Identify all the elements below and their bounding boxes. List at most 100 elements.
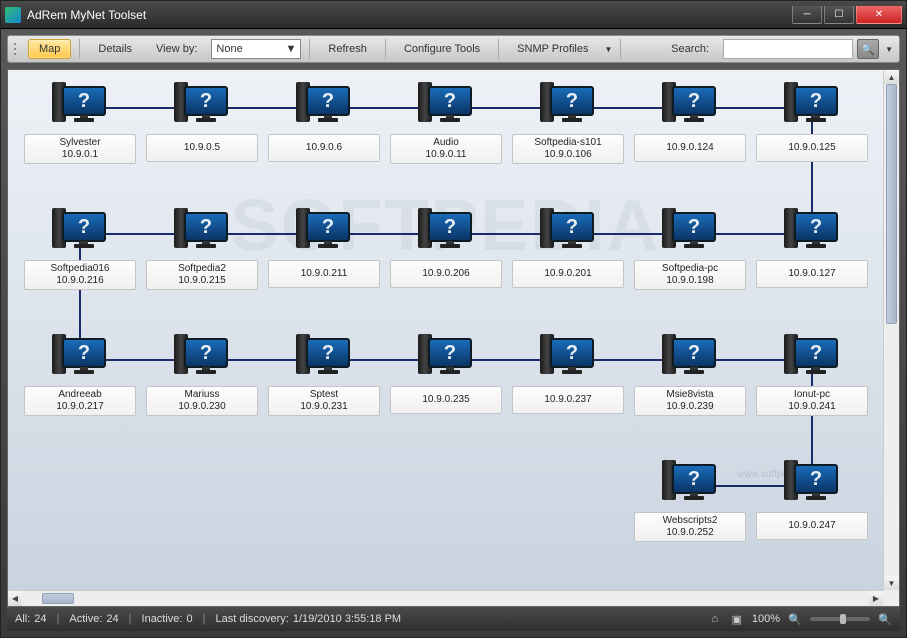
minimize-button[interactable]: ─	[792, 6, 822, 24]
status-left: All: 24 | Active: 24 | Inactive: 0 | Las…	[15, 613, 708, 625]
search-dropdown-icon[interactable]: ▼	[885, 45, 893, 54]
scroll-right-icon[interactable]: ▶	[869, 591, 883, 606]
network-node[interactable]: ? Webscripts210.9.0.252	[630, 458, 750, 542]
refresh-button[interactable]: Refresh	[318, 40, 377, 58]
app-window: AdRem MyNet Toolset ─ ☐ ✕ Map Details Vi…	[0, 0, 907, 638]
inactive-value: 0	[186, 613, 192, 625]
computer-icon: ?	[538, 332, 598, 380]
network-node[interactable]: ? 10.9.0.127	[752, 206, 872, 288]
network-map-canvas[interactable]: SOFTPEDIA www.softpedia.com ?Sylvester10…	[8, 70, 883, 590]
computer-icon: ?	[50, 206, 110, 254]
node-label: Sylvester10.9.0.1	[24, 134, 136, 164]
question-mark-icon: ?	[688, 468, 700, 491]
app-icon	[5, 7, 21, 23]
network-node[interactable]: ? 10.9.0.235	[386, 332, 506, 414]
node-label: 10.9.0.201	[512, 260, 624, 288]
question-mark-icon: ?	[688, 342, 700, 365]
search-button[interactable]: 🔍	[857, 39, 879, 59]
zoom-in-icon[interactable]: 🔍	[878, 612, 892, 626]
computer-icon: ?	[660, 80, 720, 128]
close-button[interactable]: ✕	[856, 6, 902, 24]
snmp-dropdown-icon[interactable]: ▼	[605, 45, 613, 54]
question-mark-icon: ?	[810, 342, 822, 365]
hscroll-thumb[interactable]	[42, 593, 74, 604]
all-value: 24	[34, 613, 46, 625]
question-mark-icon: ?	[322, 342, 334, 365]
chevron-down-icon: ▼	[286, 43, 297, 55]
scroll-up-icon[interactable]: ▲	[884, 70, 899, 84]
node-label: Softpedia01610.9.0.216	[24, 260, 136, 290]
network-node[interactable]: ? Mariuss10.9.0.230	[142, 332, 262, 416]
network-node[interactable]: ?Audio10.9.0.11	[386, 80, 506, 164]
scroll-down-icon[interactable]: ▼	[884, 576, 899, 590]
scroll-left-icon[interactable]: ◀	[8, 591, 22, 606]
network-node[interactable]: ?Sptest10.9.0.231	[264, 332, 384, 416]
network-node[interactable]: ?10.9.0.5	[142, 80, 262, 162]
computer-icon: ?	[50, 332, 110, 380]
network-node[interactable]: ?10.9.0.237	[508, 332, 628, 414]
network-node[interactable]: ?10.9.0.211	[264, 206, 384, 288]
toolbar-grip[interactable]	[14, 41, 20, 57]
vscroll-thumb[interactable]	[886, 84, 897, 324]
network-node[interactable]: ? Softpedia01610.9.0.216	[20, 206, 140, 290]
network-node[interactable]: ?Sylvester10.9.0.1	[20, 80, 140, 164]
node-label: Msie8vista10.9.0.239	[634, 386, 746, 416]
network-node[interactable]: ?Ionut-pc10.9.0.241	[752, 332, 872, 416]
vertical-scrollbar[interactable]: ▲ ▼	[883, 70, 899, 590]
question-mark-icon: ?	[566, 342, 578, 365]
node-label: 10.9.0.5	[146, 134, 258, 162]
window-controls: ─ ☐ ✕	[790, 6, 902, 24]
network-node[interactable]: ?10.9.0.6	[264, 80, 384, 162]
computer-icon: ?	[294, 206, 354, 254]
question-mark-icon: ?	[566, 216, 578, 239]
zoom-slider[interactable]	[810, 617, 870, 621]
computer-icon: ?	[294, 332, 354, 380]
maximize-button[interactable]: ☐	[824, 6, 854, 24]
computer-icon: ?	[416, 332, 476, 380]
network-node[interactable]: ?Softpedia-s10110.9.0.106	[508, 80, 628, 164]
zoom-actual-icon[interactable]: ▣	[730, 612, 744, 626]
snmp-profiles-button[interactable]: SNMP Profiles	[507, 40, 598, 58]
configure-tools-button[interactable]: Configure Tools	[394, 40, 490, 58]
network-node[interactable]: ?10.9.0.125	[752, 80, 872, 162]
node-label: 10.9.0.206	[390, 260, 502, 288]
computer-icon: ?	[660, 332, 720, 380]
node-label: Mariuss10.9.0.230	[146, 386, 258, 416]
node-label: Softpedia-s10110.9.0.106	[512, 134, 624, 164]
zoom-fit-icon[interactable]: ⌂	[708, 612, 722, 626]
node-label: Webscripts210.9.0.252	[634, 512, 746, 542]
network-node[interactable]: ?10.9.0.247	[752, 458, 872, 540]
question-mark-icon: ?	[78, 342, 90, 365]
map-button[interactable]: Map	[28, 39, 71, 59]
horizontal-scrollbar[interactable]: ◀ ▶	[8, 590, 883, 606]
network-node[interactable]: ? 10.9.0.201	[508, 206, 628, 288]
node-label: 10.9.0.235	[390, 386, 502, 414]
network-node[interactable]: ?Andreeab10.9.0.217	[20, 332, 140, 416]
zoom-out-icon[interactable]: 🔍	[788, 612, 802, 626]
computer-icon: ?	[660, 206, 720, 254]
network-node[interactable]: ? Msie8vista10.9.0.239	[630, 332, 750, 416]
question-mark-icon: ?	[322, 90, 334, 113]
separator	[620, 39, 621, 59]
computer-icon: ?	[538, 206, 598, 254]
question-mark-icon: ?	[200, 216, 212, 239]
network-node[interactable]: ?10.9.0.206	[386, 206, 506, 288]
details-button[interactable]: Details	[88, 40, 142, 58]
question-mark-icon: ?	[688, 216, 700, 239]
window-title: AdRem MyNet Toolset	[27, 8, 790, 22]
computer-icon: ?	[782, 458, 842, 506]
computer-icon: ?	[172, 332, 232, 380]
zoom-slider-thumb[interactable]	[840, 614, 846, 624]
network-node[interactable]: ?Softpedia210.9.0.215	[142, 206, 262, 290]
separator	[498, 39, 499, 59]
network-node[interactable]: ? Softpedia-pc10.9.0.198	[630, 206, 750, 290]
node-label: 10.9.0.127	[756, 260, 868, 288]
viewby-select[interactable]: None ▼	[211, 39, 301, 59]
node-label: 10.9.0.124	[634, 134, 746, 162]
search-input[interactable]	[723, 39, 853, 59]
computer-icon: ?	[660, 458, 720, 506]
titlebar[interactable]: AdRem MyNet Toolset ─ ☐ ✕	[1, 1, 906, 29]
network-node[interactable]: ? 10.9.0.124	[630, 80, 750, 162]
computer-icon: ?	[782, 206, 842, 254]
node-label: Softpedia-pc10.9.0.198	[634, 260, 746, 290]
